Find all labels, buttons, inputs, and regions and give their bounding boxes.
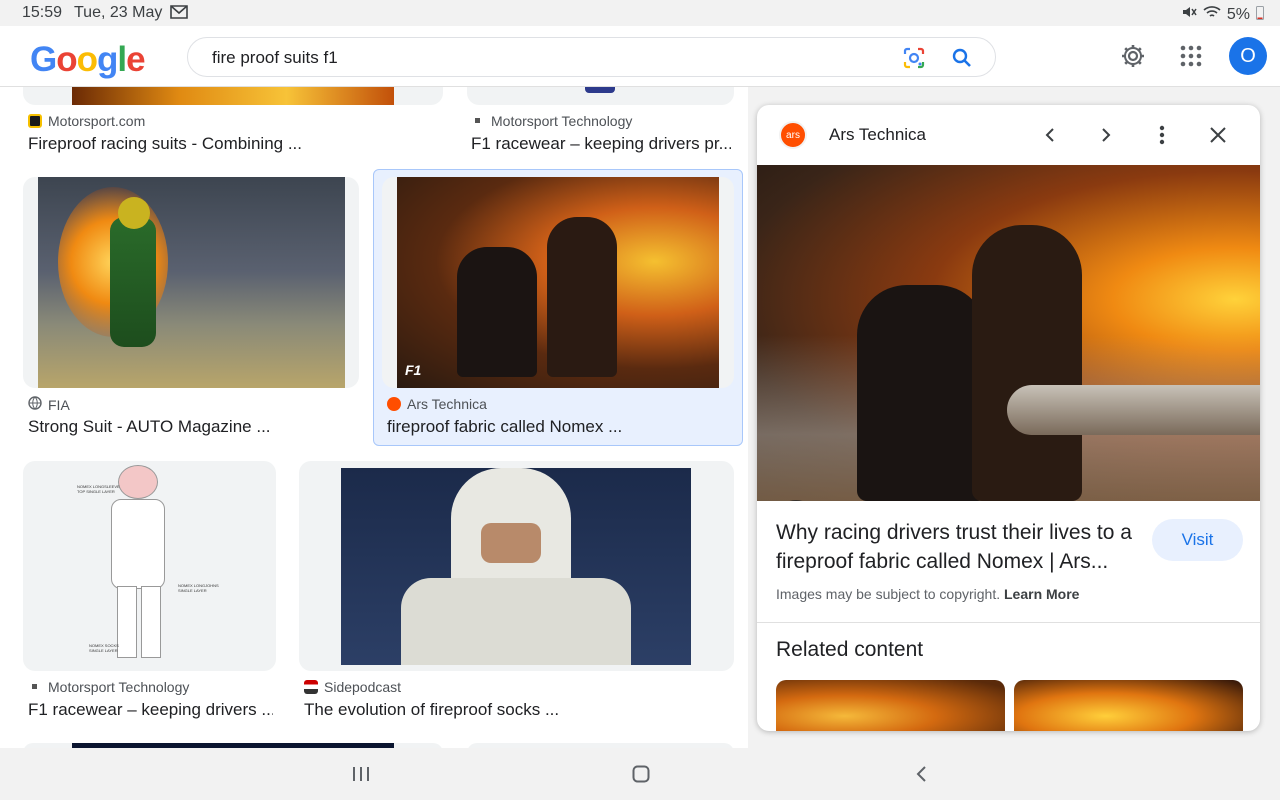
search-header: Google fire proof suits f1 O <box>0 26 1280 87</box>
close-icon[interactable] <box>1202 119 1234 151</box>
recent-apps-icon[interactable] <box>349 762 373 786</box>
sidepodcast-favicon <box>304 680 318 694</box>
next-icon[interactable] <box>1090 119 1122 151</box>
image-preview-panel: ars Ars Technica Why racing drivers trus… <box>757 105 1260 731</box>
result-source: Ars Technica <box>387 396 487 412</box>
suit-label-top: NOMEX LONGSLEEVE TOP SINGLE LAYER <box>77 484 120 494</box>
suit-label-longjohns: NOMEX LONGJOHNS SINGLE LAYER <box>178 583 219 593</box>
preview-title[interactable]: Why racing drivers trust their lives to … <box>776 518 1136 576</box>
result-source: FIA <box>28 396 70 413</box>
back-icon[interactable] <box>910 762 934 786</box>
account-avatar[interactable]: O <box>1229 37 1267 75</box>
mute-icon <box>1181 4 1197 25</box>
apps-grid-icon[interactable] <box>1173 38 1209 74</box>
motorsport-tech-favicon <box>28 680 42 694</box>
previous-icon[interactable] <box>1034 119 1066 151</box>
wifi-icon <box>1203 5 1221 24</box>
image-results-grid: Motorsport.com Fireproof racing suits - … <box>0 87 748 748</box>
suit-label-socks: NOMEX SOCKS SINGLE LAYER <box>89 643 119 653</box>
result-thumb-motorsport[interactable] <box>23 87 443 105</box>
system-nav-bar <box>0 748 1280 800</box>
visit-button[interactable]: Visit <box>1152 519 1243 561</box>
motorsport-favicon <box>28 114 42 128</box>
home-icon[interactable] <box>629 762 653 786</box>
gmail-icon <box>170 5 188 24</box>
ars-logo[interactable]: ars <box>779 121 807 149</box>
result-thumb-ars[interactable]: F1 <box>382 177 734 388</box>
status-right: 5% <box>1181 4 1264 25</box>
result-thumb-suit-diagram[interactable]: NOMEX LONGSLEEVE TOP SINGLE LAYER NOMEX … <box>23 461 276 671</box>
battery-icon <box>1256 5 1264 25</box>
result-source: Motorsport Technology <box>471 113 632 129</box>
search-icon[interactable] <box>950 46 974 70</box>
search-input[interactable]: fire proof suits f1 <box>212 48 338 68</box>
search-bar[interactable]: fire proof suits f1 <box>187 37 996 77</box>
result-thumb-fia[interactable] <box>23 177 359 388</box>
panel-header: ars Ars Technica <box>757 105 1260 165</box>
related-content-heading: Related content <box>776 638 924 661</box>
result-thumb-sidepodcast[interactable] <box>299 461 734 671</box>
result-source: Sidepodcast <box>304 679 401 695</box>
status-date: Tue, 23 May <box>74 4 163 21</box>
ars-favicon <box>387 397 401 411</box>
result-title[interactable]: F1 racewear – keeping drivers pr... <box>471 134 731 154</box>
preview-image[interactable] <box>757 165 1260 501</box>
google-logo[interactable]: Google <box>30 40 146 80</box>
related-thumb[interactable] <box>1014 680 1243 731</box>
settings-gear-icon[interactable] <box>1115 38 1151 74</box>
result-title[interactable]: F1 racewear – keeping drivers ... <box>28 700 273 720</box>
motorsport-tech-favicon <box>471 114 485 128</box>
learn-more-link[interactable]: Learn More <box>1004 586 1079 602</box>
panel-site-name[interactable]: Ars Technica <box>829 125 926 145</box>
f1-logo: F1 <box>405 362 422 378</box>
related-thumb[interactable] <box>776 680 1005 731</box>
result-source: Motorsport Technology <box>28 679 189 695</box>
status-bar: 15:59 Tue, 23 May 5% <box>0 0 1280 26</box>
battery-level: 5% <box>1226 5 1250 23</box>
more-options-icon[interactable] <box>1146 119 1178 151</box>
result-thumb-racewear[interactable] <box>467 87 734 105</box>
divider <box>757 622 1260 623</box>
result-title[interactable]: fireproof fabric called Nomex ... <box>387 417 727 437</box>
status-time: 15:59 <box>22 4 63 21</box>
globe-icon <box>28 396 42 413</box>
result-title[interactable]: Strong Suit - AUTO Magazine ... <box>28 417 358 437</box>
copyright-notice: Images may be subject to copyright. Lear… <box>776 586 1080 602</box>
result-title[interactable]: Fireproof racing suits - Combining ... <box>28 134 438 154</box>
result-title[interactable]: The evolution of fireproof socks ... <box>304 700 724 720</box>
result-source: Motorsport.com <box>28 113 145 129</box>
google-lens-icon[interactable] <box>902 46 926 70</box>
